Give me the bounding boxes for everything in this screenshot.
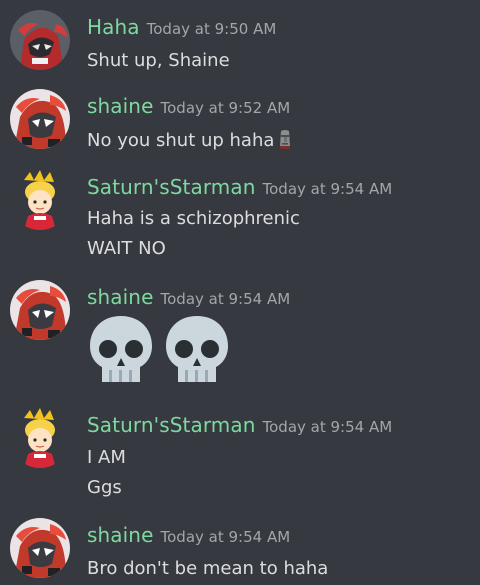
message-text: I AM <box>87 447 126 468</box>
shaine-avatar-icon[interactable] <box>10 89 70 149</box>
starman-avatar-icon[interactable] <box>10 408 70 468</box>
timestamp: Today at 9:50 AM <box>146 20 277 38</box>
message-text: WAIT NO <box>87 238 166 259</box>
shaine-avatar-icon[interactable] <box>10 280 70 340</box>
message-text: Shut up, Shaine <box>87 50 230 71</box>
timestamp: Today at 9:54 AM <box>160 290 291 308</box>
timestamp: Today at 9:54 AM <box>262 418 393 436</box>
message-text: Haha is a schizophrenic <box>87 208 300 229</box>
timestamp: Today at 9:52 AM <box>160 99 291 117</box>
haha-avatar-icon[interactable] <box>10 10 70 70</box>
starman-avatar-icon[interactable] <box>10 170 70 230</box>
emoji-row <box>88 314 240 390</box>
username[interactable]: shaine <box>87 285 154 309</box>
message-list: Haha Today at 9:50 AM Shut up, Shaine sha… <box>0 0 480 585</box>
username[interactable]: shaine <box>87 523 154 547</box>
timestamp: Today at 9:54 AM <box>160 528 291 546</box>
username[interactable]: shaine <box>87 94 154 118</box>
username[interactable]: Haha <box>87 15 140 39</box>
message-text-content: No you shut up haha <box>87 130 275 151</box>
timestamp: Today at 9:54 AM <box>262 180 393 198</box>
message-text: No you shut up haha <box>87 129 292 154</box>
message-text: Bro don't be mean to haha <box>87 558 329 579</box>
message-text: Ggs <box>87 477 122 498</box>
skull-emoji-icon <box>164 314 230 390</box>
shaine-avatar-icon[interactable] <box>10 518 70 578</box>
username[interactable]: Saturn'sStarman <box>87 175 256 199</box>
skull-emoji-icon <box>88 314 154 390</box>
username[interactable]: Saturn'sStarman <box>87 413 256 437</box>
moai-emoji-icon <box>278 129 292 154</box>
